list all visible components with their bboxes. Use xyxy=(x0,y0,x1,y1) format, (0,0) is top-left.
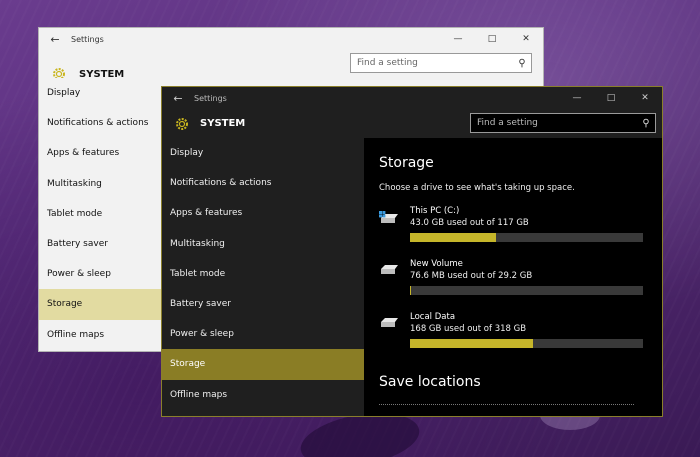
hard-drive-icon xyxy=(379,312,410,352)
back-arrow-icon[interactable]: ← xyxy=(162,92,194,105)
usage-bar-fill xyxy=(410,339,534,348)
nav-item-display[interactable]: Display xyxy=(39,78,161,108)
gear-icon xyxy=(162,116,198,132)
storage-panel: Storage Choose a drive to see what's tak… xyxy=(364,138,662,416)
nav-item-power-sleep[interactable]: Power & sleep xyxy=(39,259,161,289)
sidebar-nav: Display Notifications & actions Apps & f… xyxy=(39,78,161,351)
sidebar-nav: Display Notifications & actions Apps & f… xyxy=(162,138,364,416)
nav-item-power-sleep[interactable]: Power & sleep xyxy=(162,319,364,349)
window-title: Settings xyxy=(71,34,104,44)
nav-item-tablet-mode[interactable]: Tablet mode xyxy=(39,199,161,229)
nav-item-apps[interactable]: Apps & features xyxy=(162,198,364,228)
nav-item-display[interactable]: Display xyxy=(162,138,364,168)
close-button[interactable]: ✕ xyxy=(509,28,543,50)
search-placeholder: Find a setting xyxy=(477,118,538,128)
usage-bar xyxy=(410,233,643,242)
drive-name: Local Data xyxy=(410,312,456,322)
search-input[interactable]: Find a setting ⚲ xyxy=(470,113,656,133)
maximize-button[interactable]: □ xyxy=(475,28,509,50)
usage-bar xyxy=(410,339,643,348)
nav-item-multitasking[interactable]: Multitasking xyxy=(162,229,364,259)
maximize-button[interactable]: □ xyxy=(594,87,628,109)
title-bar[interactable]: ← Settings — □ ✕ xyxy=(39,28,543,50)
back-arrow-icon[interactable]: ← xyxy=(39,33,71,46)
hard-drive-icon xyxy=(379,259,410,299)
drive-usage: 43.0 GB used out of 117 GB xyxy=(410,218,529,228)
drive-item-this-pc[interactable]: This PC (C:) 43.0 GB used out of 117 GB xyxy=(379,206,662,246)
usage-bar-fill xyxy=(410,286,411,295)
search-icon[interactable]: ⚲ xyxy=(513,58,531,69)
page-description: Choose a drive to see what's taking up s… xyxy=(379,183,575,193)
nav-item-battery-saver[interactable]: Battery saver xyxy=(39,229,161,259)
window-title: Settings xyxy=(194,93,227,103)
nav-item-offline-maps[interactable]: Offline maps xyxy=(39,320,161,350)
search-placeholder: Find a setting xyxy=(357,58,418,68)
drive-usage: 168 GB used out of 318 GB xyxy=(410,324,527,334)
usage-bar-fill xyxy=(410,233,496,242)
nav-item-storage[interactable]: Storage xyxy=(39,289,161,320)
clipped-text-line xyxy=(379,404,634,408)
nav-item-notifications[interactable]: Notifications & actions xyxy=(162,168,364,198)
search-icon[interactable]: ⚲ xyxy=(637,118,655,129)
nav-item-offline-maps[interactable]: Offline maps xyxy=(162,380,364,410)
nav-item-multitasking[interactable]: Multitasking xyxy=(39,169,161,199)
drive-name: This PC (C:) xyxy=(410,206,460,216)
drive-name: New Volume xyxy=(410,259,463,269)
nav-item-battery-saver[interactable]: Battery saver xyxy=(162,289,364,319)
title-bar[interactable]: ← Settings — □ ✕ xyxy=(162,87,662,109)
usage-bar xyxy=(410,286,643,295)
minimize-button[interactable]: — xyxy=(560,87,594,109)
nav-item-apps[interactable]: Apps & features xyxy=(39,138,161,168)
drive-item-local-data[interactable]: Local Data 168 GB used out of 318 GB xyxy=(379,312,662,352)
settings-window-dark[interactable]: ← Settings — □ ✕ SYSTEM Find a setting ⚲… xyxy=(161,86,663,417)
minimize-button[interactable]: — xyxy=(441,28,475,50)
nav-item-tablet-mode[interactable]: Tablet mode xyxy=(162,259,364,289)
section-title: SYSTEM xyxy=(200,118,246,129)
nav-item-notifications[interactable]: Notifications & actions xyxy=(39,108,161,138)
windows-drive-icon xyxy=(379,206,410,246)
drive-usage: 76.6 MB used out of 29.2 GB xyxy=(410,271,533,281)
section-heading-save-locations: Save locations xyxy=(379,374,481,390)
drive-item-new-volume[interactable]: New Volume 76.6 MB used out of 29.2 GB xyxy=(379,259,662,299)
close-button[interactable]: ✕ xyxy=(628,87,662,109)
search-input[interactable]: Find a setting ⚲ xyxy=(350,53,532,73)
nav-item-storage[interactable]: Storage xyxy=(162,349,364,380)
page-title: Storage xyxy=(379,155,434,171)
